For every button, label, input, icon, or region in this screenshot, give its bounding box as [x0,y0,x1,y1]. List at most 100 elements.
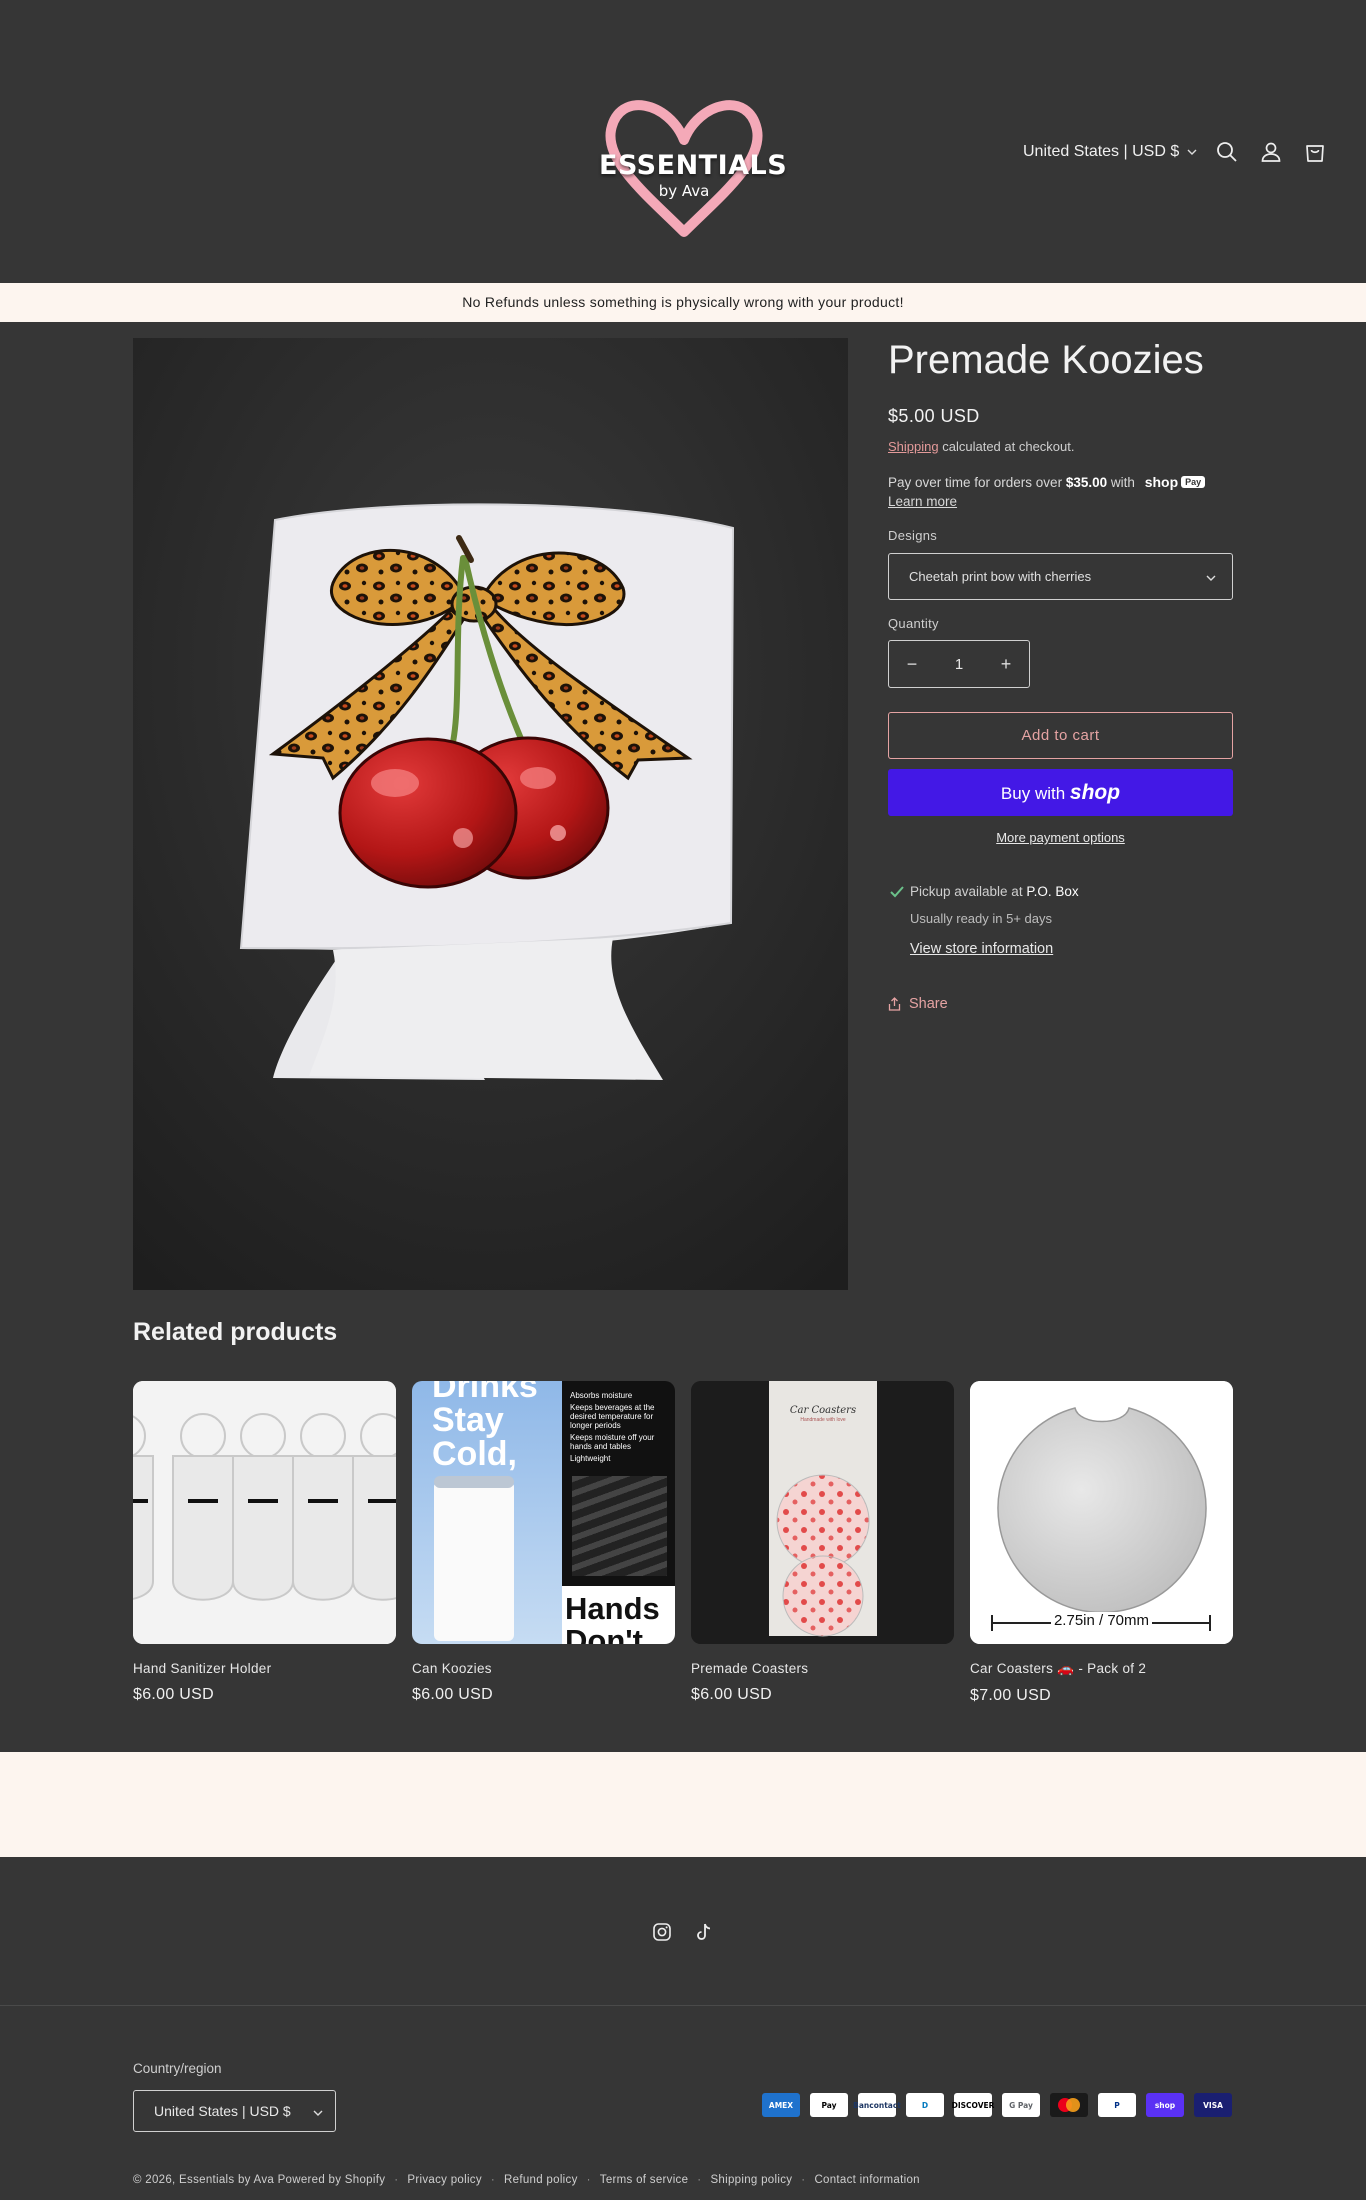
shop-pay-icon: shop [1146,2093,1184,2117]
related-products-title: Related products [133,1318,338,1346]
shipping-note: Shipping calculated at checkout. [888,439,1074,454]
shop-pay-logo: shop Pay [1144,474,1206,490]
product-card[interactable]: Hand Sanitizer Holder $6.00 USD [133,1381,396,1704]
designs-label: Designs [888,528,938,543]
more-payment-options-link[interactable]: More payment options [888,830,1233,845]
buy-with-shop-button[interactable]: Buy with shop [888,769,1233,816]
coaster-dimension-label: 2.75in / 70mm [970,1612,1233,1629]
product-card-name[interactable]: Hand Sanitizer Holder [133,1661,396,1676]
product-card-price: $6.00 USD [133,1686,214,1703]
shoppay-brand: shop [1144,474,1179,490]
product-card-price: $7.00 USD [970,1687,1051,1704]
pickup-ready-time: Usually ready in 5+ days [910,911,1052,926]
copyright-text: © 2026, Essentials by Ava Powered by Sho… [133,2174,386,2186]
payover-suffix: with [1110,475,1135,490]
amex-icon: AMEX [762,2093,800,2117]
chevron-down-icon [1187,149,1197,155]
country-region-label: Country/region [133,2061,222,2076]
share-icon [888,997,901,1011]
product-card[interactable]: Car Coasters Handmade with love Premade … [691,1381,954,1704]
product-card-image[interactable]: Car Coasters Handmade with love [691,1381,954,1644]
product-card-price: $6.00 USD [412,1686,493,1703]
privacy-policy-link[interactable]: Privacy policy [407,2174,482,2186]
payment-icons: AMEX Pay Bancontact D DISCOVER G Pay Pshop VISA [762,2093,1232,2117]
product-card-name[interactable]: Premade Coasters [691,1661,954,1676]
mastercard-icon [1050,2093,1088,2117]
shoppay-badge: Pay [1181,476,1206,488]
share-label: Share [909,996,948,1012]
quantity-decrease-button[interactable]: − [889,654,935,675]
chevron-down-icon [313,2091,323,2131]
country-region-select[interactable]: United States | USD $ [133,2090,336,2132]
quantity-stepper: − 1 + [888,640,1030,688]
quantity-input[interactable]: 1 [936,656,982,673]
design-select[interactable]: Cheetah print bow with cherries [888,553,1233,600]
coaster-package-label: Car Coasters [789,1405,857,1416]
design-selected-value: Cheetah print bow with cherries [909,569,1092,584]
product-card-name[interactable]: Can Koozies [412,1661,675,1676]
tiktok-icon[interactable] [694,1922,714,1942]
product-card-price: $6.00 USD [691,1686,772,1703]
footer-copyright: © 2026, Essentials by Ava Powered by Sho… [133,2174,920,2186]
pickup-prefix: Pickup available at [910,884,1023,899]
add-to-cart-button[interactable]: Add to cart [888,712,1233,759]
koozie-photo [133,338,848,1290]
shipping-link[interactable]: Shipping [888,439,939,454]
product-card-image[interactable] [133,1381,396,1644]
locale-label: United States | USD $ [1023,143,1180,160]
shipping-policy-link[interactable]: Shipping policy [710,2174,792,2186]
product-card-image[interactable]: Drinks Stay Cold, Absorbs moisture Keeps b… [412,1381,675,1644]
cart-icon[interactable] [1303,140,1327,164]
product-card[interactable]: Drinks Stay Cold, Absorbs moisture Keeps b… [412,1381,675,1704]
blank-coaster-image [970,1381,1233,1644]
shipping-text: calculated at checkout. [942,439,1075,454]
share-button[interactable]: Share [888,996,948,1012]
buy-with-label: Buy with [1000,784,1066,803]
instagram-icon[interactable] [652,1922,672,1942]
installments-note: Pay over time for orders over $35.00 wit… [888,474,1206,490]
pickup-availability: Pickup available at P.O. Box [910,884,1079,899]
announcement-bar: No Refunds unless something is physicall… [0,283,1366,322]
search-icon[interactable] [1215,140,1239,164]
site-header: ESSENTIALS by Ava United States | USD $ [0,0,1366,283]
logo-subtext: by Ava [658,182,710,200]
can-koozie-headline: Drinks Stay Cold, [432,1381,538,1473]
learn-more-link[interactable]: Learn more [888,494,957,509]
visa-icon: VISA [1194,2093,1232,2117]
google-pay-icon: G Pay [1002,2093,1040,2117]
quantity-label: Quantity [888,616,939,631]
store-logo[interactable]: ESSENTIALS by Ava [599,92,788,244]
product-title: Premade Koozies [888,338,1204,382]
logo-text: ESSENTIALS [599,150,788,181]
sanitizer-holder-image [133,1381,396,1644]
store-name-link[interactable]: Essentials by Ava [179,2174,274,2186]
product-card-image[interactable]: 2.75in / 70mm [970,1381,1233,1644]
pickup-location: P.O. Box [1026,884,1079,899]
refund-policy-link[interactable]: Refund policy [504,2174,578,2186]
powered-by-shopify-link[interactable]: Powered by Shopify [278,2174,386,2186]
payover-amount: $35.00 [1065,475,1108,490]
payover-prefix: Pay over time for orders over [888,475,1063,490]
can-koozie-footer-text: Hands Don't [565,1591,660,1645]
quantity-increase-button[interactable]: + [983,654,1029,675]
footer-divider [0,2005,1366,2006]
bancontact-icon: Bancontact [853,2093,901,2117]
coaster-package-sublabel: Handmade with love [800,1417,846,1423]
product-image[interactable] [133,338,848,1290]
buy-shop-logo: shop [1069,781,1121,804]
locale-selector[interactable]: United States | USD $ [1023,143,1197,161]
country-selected-value: United States | USD $ [154,2103,291,2119]
discover-icon: DISCOVER [952,2093,994,2117]
product-price: $5.00 USD [888,406,980,426]
terms-of-service-link[interactable]: Terms of service [600,2174,689,2186]
product-card-name[interactable]: Car Coasters 🚗 - Pack of 2 [970,1661,1233,1677]
account-icon[interactable] [1259,140,1283,164]
diners-icon: D [906,2093,944,2117]
apple-pay-icon: Pay [810,2093,848,2117]
product-card[interactable]: 2.75in / 70mm Car Coasters 🚗 - Pack of 2… [970,1381,1233,1705]
checkmark-icon [890,886,904,898]
chevron-down-icon [1206,554,1216,599]
contact-information-link[interactable]: Contact information [814,2174,919,2186]
view-store-info-link[interactable]: View store information [910,941,1053,957]
newsletter-band [0,1752,1366,1857]
